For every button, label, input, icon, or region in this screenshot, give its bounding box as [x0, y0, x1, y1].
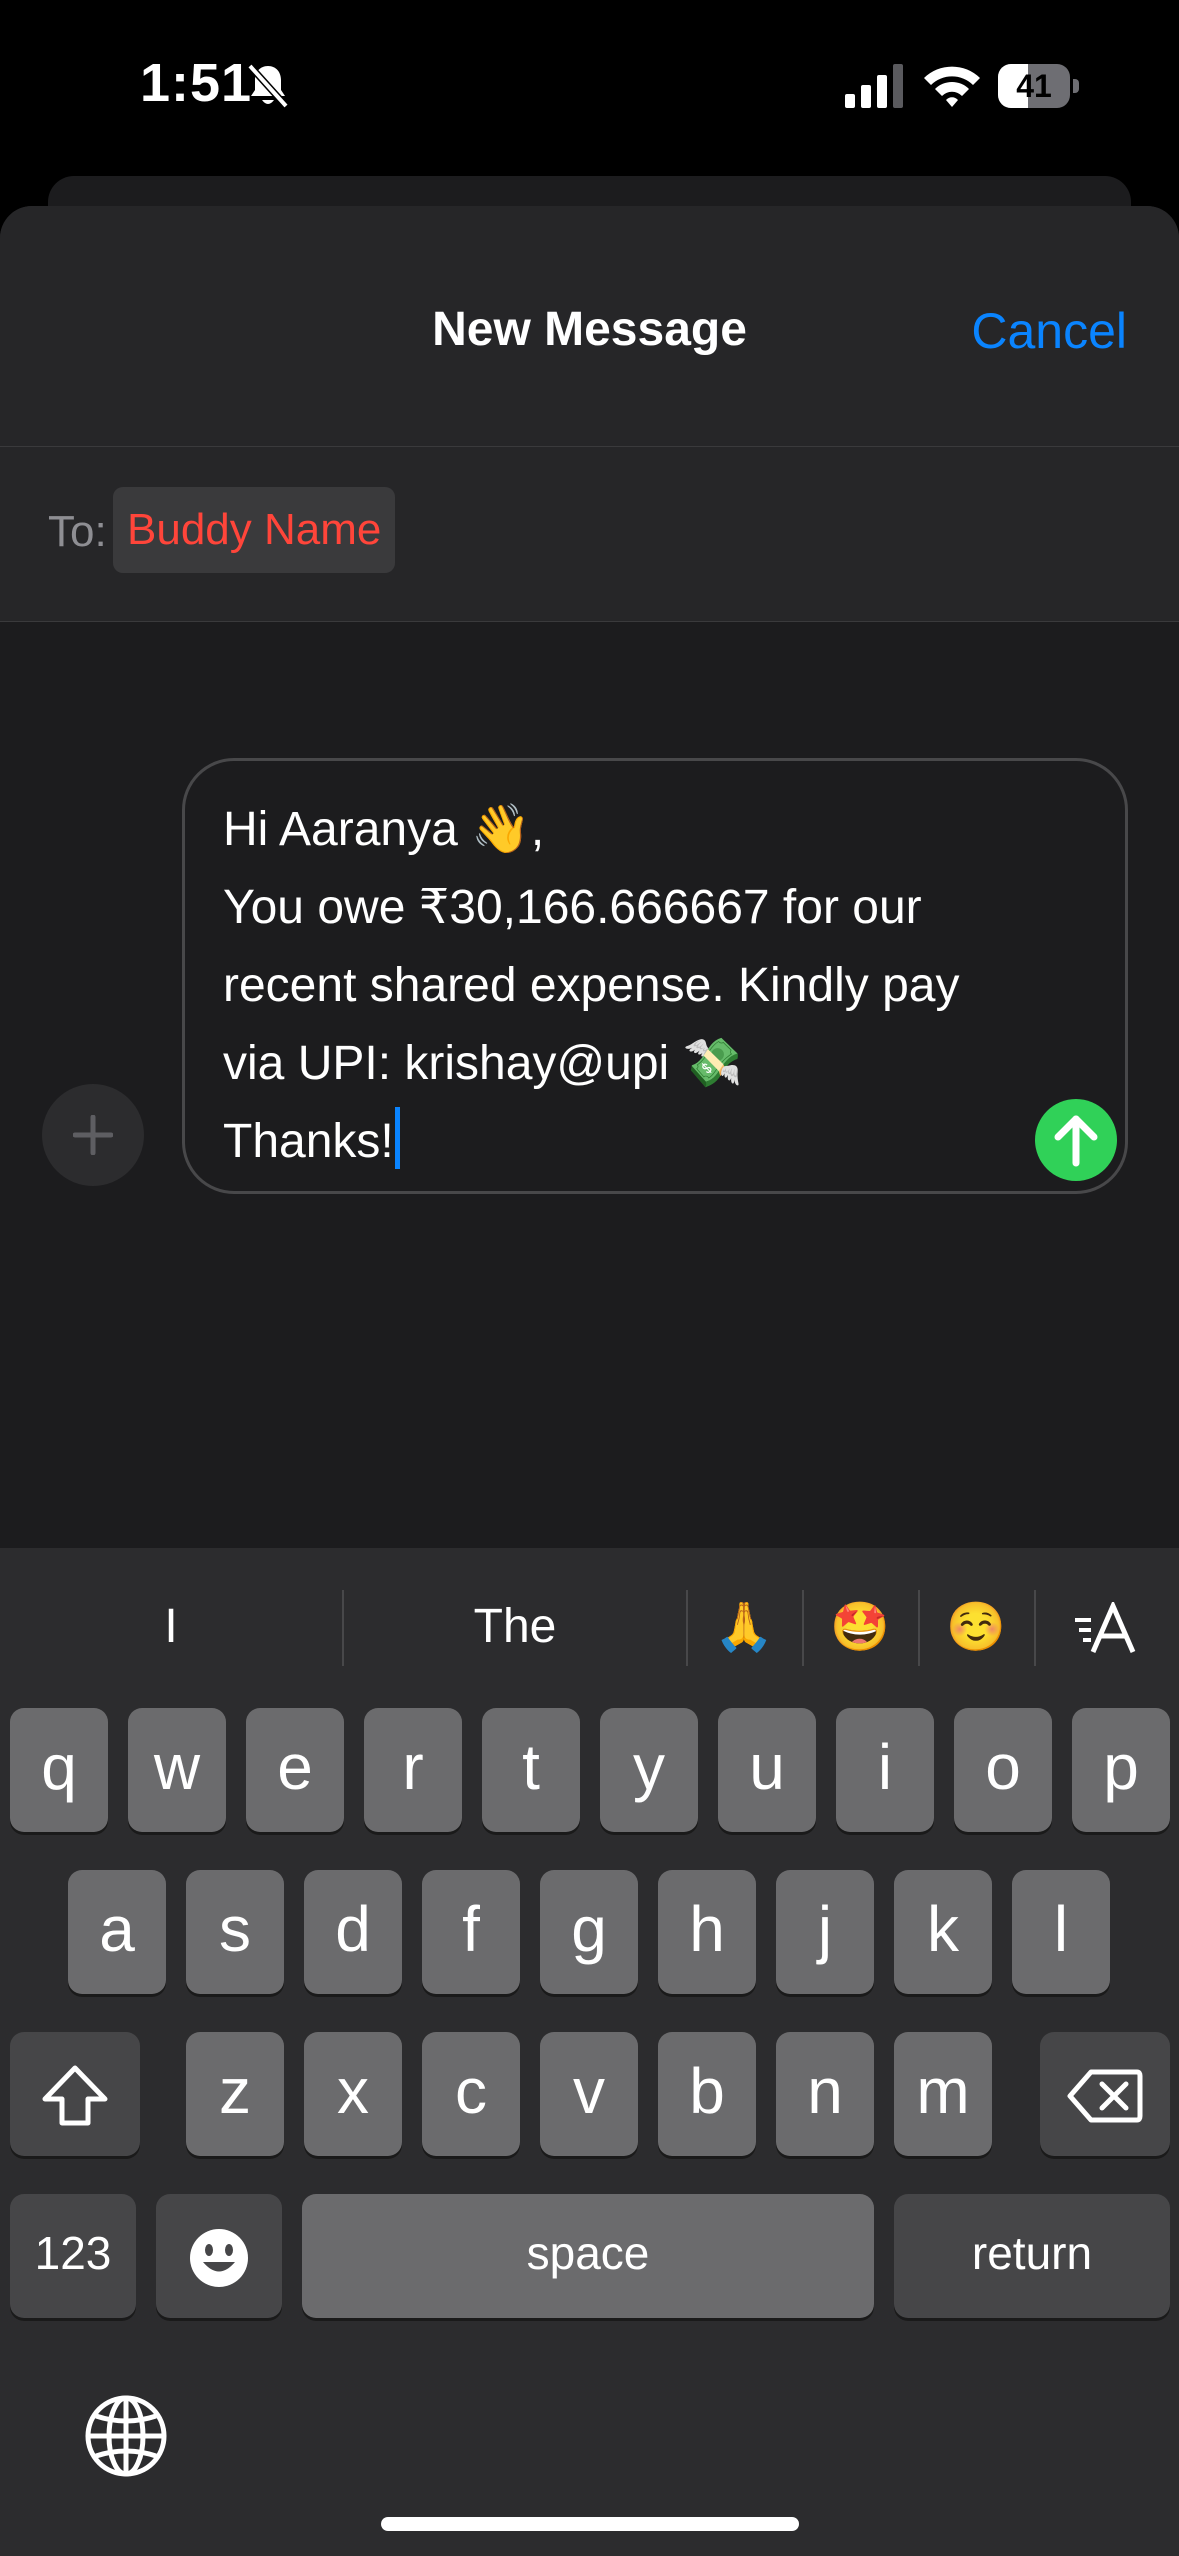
key-s[interactable]: s	[186, 1870, 284, 1994]
key-o[interactable]: o	[954, 1708, 1052, 1832]
prediction-2[interactable]: The	[344, 1572, 686, 1682]
key-l[interactable]: l	[1012, 1870, 1110, 1994]
space-key[interactable]: space	[302, 2194, 874, 2318]
key-d[interactable]: d	[304, 1870, 402, 1994]
sheet-header: New Message Cancel	[0, 206, 1179, 447]
key-v[interactable]: v	[540, 2032, 638, 2156]
emoji-suggestion-3[interactable]: ☺️	[920, 1572, 1032, 1682]
key-w[interactable]: w	[128, 1708, 226, 1832]
shift-icon	[42, 2065, 108, 2126]
recipient-chip[interactable]: Buddy Name	[113, 487, 396, 573]
key-f[interactable]: f	[422, 1870, 520, 1994]
arrow-up-icon	[1054, 1115, 1098, 1167]
status-bar: 1:51 41	[0, 0, 1179, 170]
add-attachment-button[interactable]	[42, 1084, 144, 1186]
key-x[interactable]: x	[304, 2032, 402, 2156]
key-p[interactable]: p	[1072, 1708, 1170, 1832]
key-q[interactable]: q	[10, 1708, 108, 1832]
globe-icon[interactable]	[82, 2392, 170, 2480]
key-c[interactable]: c	[422, 2032, 520, 2156]
key-j[interactable]: j	[776, 1870, 874, 1994]
delete-key[interactable]	[1040, 2032, 1170, 2156]
shift-key[interactable]	[10, 2032, 140, 2156]
delete-icon	[1067, 2069, 1143, 2123]
message-input[interactable]: Hi Aaranya 👋, You owe ₹30,166.666667 for…	[182, 758, 1128, 1194]
key-i[interactable]: i	[836, 1708, 934, 1832]
battery-icon: 41	[998, 64, 1079, 108]
key-m[interactable]: m	[894, 2032, 992, 2156]
cancel-button[interactable]: Cancel	[971, 302, 1127, 360]
emoji-key[interactable]	[156, 2194, 282, 2318]
key-u[interactable]: u	[718, 1708, 816, 1832]
cellular-signal-icon	[845, 64, 903, 108]
key-b[interactable]: b	[658, 2032, 756, 2156]
prediction-bar: I The 🙏 🤩 ☺️	[0, 1548, 1179, 1706]
emoji-face-icon	[190, 2229, 248, 2288]
key-g[interactable]: g	[540, 1870, 638, 1994]
key-t[interactable]: t	[482, 1708, 580, 1832]
emoji-suggestion-1[interactable]: 🙏	[688, 1572, 800, 1682]
bell-slash-icon	[247, 63, 289, 109]
key-y[interactable]: y	[600, 1708, 698, 1832]
home-indicator[interactable]	[381, 2517, 799, 2531]
recipient-row[interactable]: To: Buddy Name	[0, 447, 1179, 622]
key-z[interactable]: z	[186, 2032, 284, 2156]
return-key[interactable]: return	[894, 2194, 1170, 2318]
prediction-1[interactable]: I	[0, 1572, 342, 1682]
key-e[interactable]: e	[246, 1708, 344, 1832]
wifi-icon	[924, 66, 980, 107]
message-text: Hi Aaranya 👋, You owe ₹30,166.666667 for…	[223, 803, 960, 1168]
key-k[interactable]: k	[894, 1870, 992, 1994]
key-r[interactable]: r	[364, 1708, 462, 1832]
key-a[interactable]: a	[68, 1870, 166, 1994]
status-time: 1:51	[140, 53, 253, 113]
key-h[interactable]: h	[658, 1870, 756, 1994]
text-cursor	[394, 1107, 400, 1169]
plus-icon	[73, 1115, 113, 1155]
numbers-key[interactable]: 123	[10, 2194, 136, 2318]
send-button[interactable]	[1035, 1099, 1117, 1181]
emoji-suggestion-2[interactable]: 🤩	[804, 1572, 916, 1682]
text-format-icon[interactable]	[1036, 1572, 1176, 1682]
to-label: To:	[48, 507, 107, 556]
battery-percent: 41	[1016, 68, 1052, 104]
key-n[interactable]: n	[776, 2032, 874, 2156]
